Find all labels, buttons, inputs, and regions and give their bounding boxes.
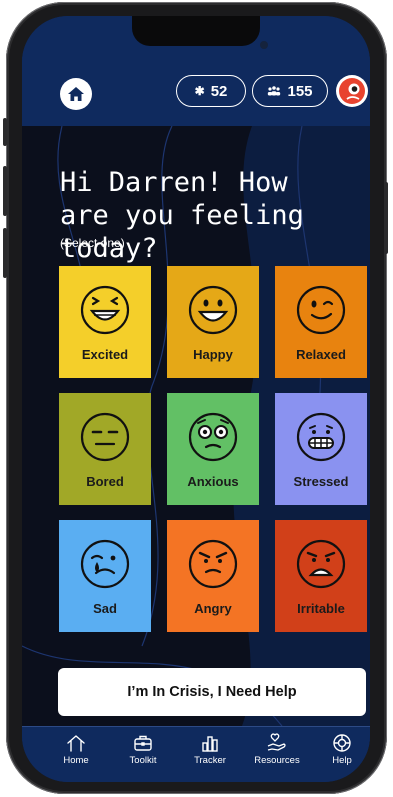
mood-label: Irritable (297, 601, 345, 616)
house-icon (67, 735, 85, 752)
mood-label: Bored (86, 474, 124, 489)
nav-item-home[interactable]: Home (46, 733, 106, 766)
mood-tile-happy[interactable]: Happy (167, 266, 259, 378)
select-hint: (Select one) (60, 236, 125, 250)
mood-tile-excited[interactable]: Excited (59, 266, 151, 378)
volume-down-button (3, 228, 7, 278)
grinning-squint-icon (80, 285, 130, 335)
wink-icon (296, 285, 346, 335)
wide-eyed-icon (188, 412, 238, 462)
nav-label: Tracker (194, 755, 226, 766)
bottom-nav: Home Toolkit Tracker Resources Help (22, 726, 370, 782)
nav-item-tracker[interactable]: Tracker (180, 733, 240, 766)
bar-chart-icon (202, 736, 218, 752)
house-icon (68, 87, 84, 101)
avatar[interactable] (336, 75, 368, 107)
frown-icon (296, 539, 346, 589)
mood-tile-relaxed[interactable]: Relaxed (275, 266, 367, 378)
mood-label: Anxious (187, 474, 239, 489)
phone-frame: ✱ 52 155 Hi Darren! How are you feeling … (3, 2, 388, 794)
mood-label: Relaxed (296, 347, 346, 362)
community-icon (268, 86, 281, 96)
community-counter[interactable]: 155 (252, 75, 328, 107)
lifebuoy-icon (333, 734, 351, 752)
nav-item-toolkit[interactable]: Toolkit (113, 733, 173, 766)
greeting-title: Hi Darren! How are you feeling today? (60, 167, 304, 264)
mood-tile-irritable[interactable]: Irritable (275, 520, 367, 632)
mood-label: Angry (194, 601, 232, 616)
side-button (3, 118, 7, 146)
mood-label: Stressed (293, 474, 349, 489)
mood-tile-sad[interactable]: Sad (59, 520, 151, 632)
mood-grid: Excited Happy Relaxed Bored Anxious Stre… (59, 266, 369, 646)
mood-tile-angry[interactable]: Angry (167, 520, 259, 632)
crying-icon (80, 539, 130, 589)
angry-icon (188, 539, 238, 589)
mood-label: Happy (193, 347, 233, 362)
nav-label: Toolkit (129, 755, 157, 766)
crisis-help-button[interactable]: I’m In Crisis, I Need Help (58, 668, 366, 716)
camera-icon (260, 41, 268, 49)
grimace-icon (296, 412, 346, 462)
mood-content: Hi Darren! How are you feeling today? (S… (22, 126, 370, 726)
mood-label: Sad (93, 601, 117, 616)
nav-label: Home (63, 755, 89, 766)
stars-count: 52 (210, 82, 228, 100)
mood-label: Excited (81, 347, 129, 362)
home-button[interactable] (60, 78, 92, 110)
nav-item-help[interactable]: Help (312, 733, 370, 766)
top-bar: ✱ 52 155 (22, 16, 370, 127)
star-icon: ✱ (194, 84, 205, 98)
avatar-character-icon (339, 78, 365, 104)
nav-label: Help (332, 755, 352, 766)
neutral-icon (80, 412, 130, 462)
power-button (384, 182, 388, 254)
nav-item-resources[interactable]: Resources (247, 733, 307, 766)
nav-label: Resources (254, 755, 300, 766)
mood-tile-anxious[interactable]: Anxious (167, 393, 259, 505)
mood-tile-stressed[interactable]: Stressed (275, 393, 367, 505)
community-count: 155 (287, 82, 313, 100)
smile-icon (188, 285, 238, 335)
volume-up-button (3, 166, 7, 216)
hand-heart-icon (267, 733, 286, 751)
briefcase-icon (134, 735, 152, 751)
stars-counter[interactable]: ✱ 52 (176, 75, 246, 107)
mood-tile-bored[interactable]: Bored (59, 393, 151, 505)
screen: ✱ 52 155 Hi Darren! How are you feeling … (22, 16, 370, 782)
dynamic-island (132, 16, 268, 49)
